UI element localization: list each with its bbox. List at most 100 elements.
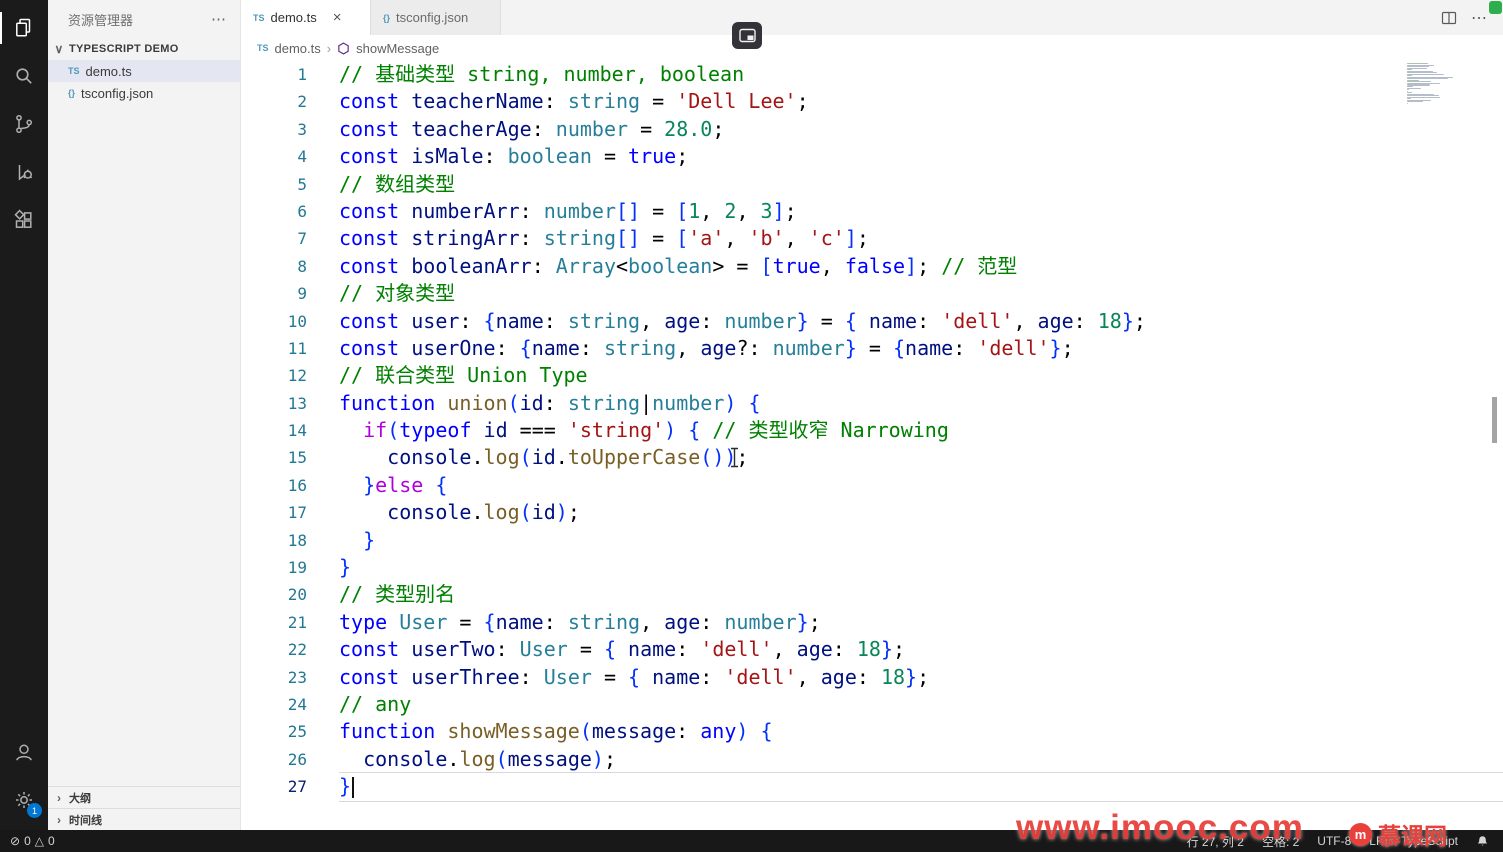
sidebar-title: 资源管理器 — [68, 12, 134, 28]
code-line[interactable]: 6 const numberArr: number[] = [1, 2, 3]; — [241, 198, 1503, 225]
activity-extensions[interactable] — [0, 196, 48, 244]
git-branch-icon — [16, 114, 33, 134]
folder-section-header[interactable]: ∨ TYPESCRIPT DEMO — [48, 38, 240, 60]
code-line[interactable]: 4 const isMale: boolean = true; — [241, 143, 1503, 170]
code-line[interactable]: 3 const teacherAge: number = 28.0; — [241, 116, 1503, 143]
error-icon: ⊘ — [10, 834, 21, 848]
code-editor[interactable]: 1 // 基础类型 string, number, boolean 2 const t… — [241, 61, 1503, 830]
run-debug-icon — [18, 165, 33, 181]
line-number: 4 — [297, 147, 307, 167]
code-line[interactable]: 10 const user: {name: string, age: number… — [241, 308, 1503, 335]
code-line[interactable]: 22 const userTwo: User = { name: 'dell', … — [241, 636, 1503, 663]
line-text: console.log(id.toUpperCase()); — [387, 445, 749, 470]
code-line[interactable]: 12 // 联合类型 Union Type — [241, 362, 1503, 389]
scrollbar-marker[interactable] — [1492, 397, 1497, 443]
tab-demo-ts[interactable]: TS demo.ts × — [241, 0, 371, 35]
code-line[interactable]: 8 const booleanArr: Array<boolean> = [tru… — [241, 253, 1503, 280]
minimap-line — [1407, 87, 1421, 89]
more-actions-icon[interactable]: ⋯ — [1471, 8, 1487, 28]
line-number: 17 — [287, 503, 307, 523]
code-line[interactable]: 27} — [241, 773, 1503, 800]
breadcrumb-file[interactable]: demo.ts — [275, 41, 321, 56]
vscode-window: 1 资源管理器 ⋯ ∨ TYPESCRIPT DEMO TS demo.ts {… — [0, 0, 1503, 852]
code-line[interactable]: 5 // 数组类型 — [241, 171, 1503, 198]
line-number: 8 — [297, 256, 307, 276]
line-number: 12 — [287, 366, 307, 386]
typescript-file-icon: TS — [253, 12, 265, 23]
file-item-tsconfig[interactable]: {} tsconfig.json — [48, 82, 240, 104]
line-number: 22 — [287, 640, 307, 660]
line-number: 13 — [287, 393, 307, 413]
more-actions-icon[interactable]: ⋯ — [211, 10, 226, 28]
brand-name: 慕课网 — [1378, 823, 1447, 849]
code-line[interactable]: 16 }else { — [241, 472, 1503, 499]
typescript-file-icon: TS — [68, 66, 80, 76]
screen-capture-overlay[interactable] — [732, 22, 762, 49]
code-line[interactable]: 19} — [241, 554, 1503, 581]
code-line[interactable]: 21 type User = {name: string, age: number… — [241, 609, 1503, 636]
code-line[interactable]: 25 function showMessage(message: any) { — [241, 718, 1503, 745]
chevron-down-icon: ∨ — [54, 42, 64, 56]
tab-label: tsconfig.json — [396, 10, 469, 25]
code-line[interactable]: 2 const teacherName: string = 'Dell Lee'; — [241, 88, 1503, 115]
line-number: 2 — [297, 92, 307, 112]
bell-icon[interactable] — [1476, 835, 1489, 848]
outline-panel-header[interactable]: › 大纲 — [48, 786, 240, 808]
code-line[interactable]: 9 // 对象类型 — [241, 280, 1503, 307]
activity-settings[interactable]: 1 — [0, 776, 48, 824]
tab-label: demo.ts — [270, 10, 317, 25]
line-number: 1 — [297, 65, 307, 84]
encoding-status[interactable]: UTF-8 — [1317, 834, 1351, 848]
code-line[interactable]: 1 // 基础类型 string, number, boolean — [241, 61, 1503, 88]
line-number: 9 — [297, 284, 307, 304]
minimap-line — [1407, 89, 1409, 91]
code-line[interactable]: 18 } — [241, 527, 1503, 554]
code-line[interactable]: 17 console.log(id); — [241, 499, 1503, 526]
line-number: 16 — [287, 475, 307, 495]
close-icon[interactable]: × — [333, 9, 342, 26]
timeline-panel-header[interactable]: › 时间线 — [48, 808, 240, 830]
code-line[interactable]: 14 if(typeof id === 'string') { // 类型收窄 … — [241, 417, 1503, 444]
line-text: console.log(message); — [363, 746, 616, 771]
minimap-line — [1407, 85, 1413, 88]
file-item-demo-ts[interactable]: TS demo.ts — [48, 60, 240, 82]
line-text: const user: {name: string, age: number} … — [339, 308, 1146, 333]
activity-account[interactable] — [0, 728, 48, 776]
split-editor-icon[interactable] — [1441, 10, 1457, 26]
code-line[interactable]: 15 console.log(id.toUpperCase()); — [241, 444, 1503, 471]
code-line[interactable]: 24 // any — [241, 691, 1503, 718]
sidebar-bottom-panels: › 大纲 › 时间线 — [48, 786, 240, 830]
code-line[interactable]: 11 const userOne: {name: string, age?: nu… — [241, 335, 1503, 362]
line-number: 5 — [297, 174, 307, 194]
code-line[interactable]: 20 // 类型别名 — [241, 581, 1503, 608]
code-line[interactable]: 23 const userThree: User = { name: 'dell'… — [241, 664, 1503, 691]
code-line[interactable]: 13 function union(id: string|number) { — [241, 390, 1503, 417]
tab-tsconfig[interactable]: {} tsconfig.json — [371, 0, 501, 35]
activity-explorer[interactable] — [0, 4, 48, 52]
line-text: const stringArr: string[] = ['a', 'b', '… — [339, 226, 869, 251]
line-number: 21 — [287, 612, 307, 632]
code-line[interactable]: 26 console.log(message); — [241, 746, 1503, 773]
explorer-sidebar: 资源管理器 ⋯ ∨ TYPESCRIPT DEMO TS demo.ts {} … — [48, 0, 241, 830]
line-number: 26 — [287, 749, 307, 769]
line-number: 20 — [287, 585, 307, 605]
line-number: 19 — [287, 558, 307, 578]
activity-search[interactable] — [0, 52, 48, 100]
line-number: 18 — [287, 530, 307, 550]
line-text: // 基础类型 string, number, boolean — [339, 62, 745, 86]
line-text: const teacherAge: number = 28.0; — [339, 116, 725, 141]
breadcrumb-symbol[interactable]: showMessage — [356, 41, 439, 56]
error-count: 0 — [24, 834, 31, 848]
minimap[interactable] — [1407, 63, 1483, 104]
problems-status[interactable]: ⊘ 0 △ 0 — [10, 834, 55, 848]
line-text: function showMessage(message: any) { — [339, 719, 773, 744]
line-number: 7 — [297, 229, 307, 249]
activity-source-control[interactable] — [0, 100, 48, 148]
line-text: // 对象类型 — [339, 281, 456, 306]
code-line[interactable]: 7 const stringArr: string[] = ['a', 'b', … — [241, 225, 1503, 252]
chevron-right-icon: › — [57, 790, 61, 805]
line-text: const numberArr: number[] = [1, 2, 3]; — [339, 198, 797, 223]
file-label: demo.ts — [85, 63, 132, 79]
activity-run-debug[interactable] — [0, 148, 48, 196]
line-text: } — [363, 527, 376, 552]
